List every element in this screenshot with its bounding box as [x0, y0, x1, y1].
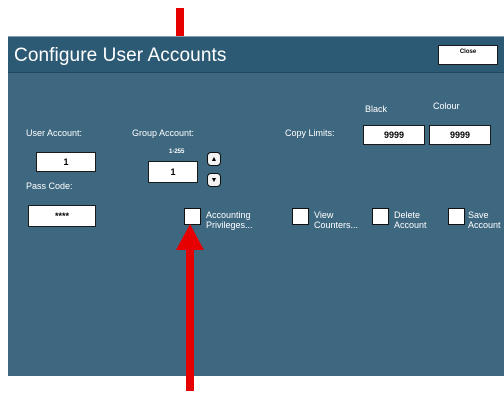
group-account-range: 1-255	[169, 149, 185, 155]
group-account-increment-button[interactable]: ▲	[207, 152, 221, 166]
close-button[interactable]: Close	[438, 45, 498, 65]
dialog-title: Configure User Accounts	[14, 45, 227, 66]
group-account-decrement-button[interactable]: ▼	[207, 173, 221, 187]
configure-user-accounts-dialog: Configure User Accounts Close User Accou…	[8, 36, 504, 376]
accounting-privileges-line1: Accounting	[206, 210, 251, 220]
group-account-field[interactable]: 1	[148, 161, 198, 183]
save-account-checkbox[interactable]	[448, 208, 465, 225]
pass-code-field[interactable]: ****	[28, 205, 96, 227]
colour-limit-field[interactable]: 9999	[429, 125, 491, 145]
delete-account-line1: Delete	[394, 210, 421, 220]
save-account-line1: Save	[468, 210, 489, 220]
view-counters-line1: View	[314, 210, 334, 220]
user-account-field[interactable]: 1	[36, 152, 96, 172]
copy-limits-label: Copy Limits:	[285, 128, 335, 138]
view-counters-checkbox[interactable]	[292, 208, 309, 225]
accounting-privileges-line2: Privileges...	[206, 220, 253, 230]
save-account-label: Save Account	[468, 210, 501, 230]
user-account-label: User Account:	[26, 128, 83, 138]
accounting-privileges-checkbox[interactable]	[184, 208, 201, 225]
annotation-arrow-bottom-shaft	[186, 248, 194, 391]
title-bar: Configure User Accounts Close	[8, 36, 504, 73]
black-limit-field[interactable]: 9999	[363, 125, 425, 145]
delete-account-checkbox[interactable]	[372, 208, 389, 225]
delete-account-label: Delete Account	[394, 210, 427, 230]
accounting-privileges-label: Accounting Privileges...	[206, 210, 253, 230]
chevron-up-icon: ▲	[210, 155, 218, 163]
chevron-down-icon: ▼	[210, 176, 218, 184]
black-column-label: Black	[365, 104, 388, 114]
delete-account-line2: Account	[394, 220, 427, 230]
view-counters-line2: Counters...	[314, 220, 359, 230]
view-counters-label: View Counters...	[314, 210, 358, 230]
pass-code-label: Pass Code:	[26, 181, 73, 191]
group-account-label: Group Account:	[132, 128, 195, 138]
colour-column-label: Colour	[433, 101, 460, 111]
save-account-line2: Account	[468, 220, 501, 230]
